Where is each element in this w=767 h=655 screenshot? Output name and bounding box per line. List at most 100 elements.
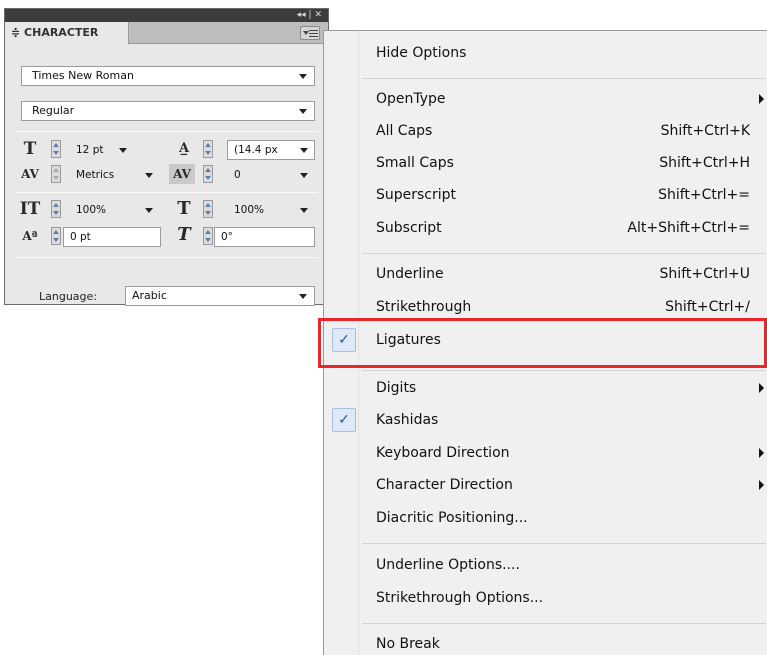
panel-menu-button[interactable] [300,26,320,40]
menu-item-label: Subscript [376,220,442,236]
panel-divider [16,192,318,193]
language-value: Arabic [132,289,167,302]
chevron-down-icon [299,109,307,114]
chevron-down-icon [299,74,307,79]
kerning-stepper[interactable] [51,165,61,183]
leading-stepper[interactable] [203,140,213,158]
horizontal-scale-stepper[interactable] [203,200,213,218]
checkmark-icon: ✓ [332,408,356,432]
vertical-scale-field[interactable]: 100% [69,200,160,220]
menu-item-keyboard-direction[interactable]: Keyboard Direction [324,437,767,469]
baseline-shift-stepper[interactable] [51,227,61,245]
menu-item-shortcut: Shift+Ctrl+U [659,266,750,282]
menu-item-label: Underline Options.... [376,557,520,573]
horizontal-scale-value: 100% [234,204,265,216]
panel-title-bar: ◂◂ | ✕ [5,9,328,22]
menu-separator [362,370,766,371]
menu-item-character-direction[interactable]: Character Direction [324,469,767,501]
menu-item-label: Keyboard Direction [376,445,510,461]
panel-menu-line-icon [309,36,318,37]
tracking-stepper[interactable] [203,165,213,183]
submenu-arrow-icon [759,480,764,490]
menu-item-all-caps[interactable]: All Caps Shift+Ctrl+K [324,115,767,147]
menu-item-label: Digits [376,380,417,396]
baseline-shift-icon: Aª [22,229,38,243]
baseline-shift-value: 0 pt [70,231,91,243]
chevron-down-icon [300,148,308,153]
font-family-value: Times New Roman [32,69,134,82]
menu-item-subscript[interactable]: Subscript Alt+Shift+Ctrl+= [324,212,767,244]
font-size-value: 12 pt [76,144,104,156]
baseline-shift-field[interactable]: 0 pt [63,227,161,247]
submenu-arrow-icon [759,383,764,393]
font-style-dropdown[interactable]: Regular [21,101,315,121]
panel-divider [16,131,318,132]
chevron-down-icon [300,208,308,213]
vertical-scale-value: 100% [76,204,107,216]
panel-menu-line-icon [309,30,318,31]
chevron-down-icon [299,294,307,299]
leading-icon: A̲ [178,141,190,156]
panel-divider [16,257,318,258]
chevron-down-icon [145,208,153,213]
tracking-value: 0 [234,169,241,181]
menu-item-label: Diacritic Positioning... [376,510,528,526]
kerning-field[interactable]: Metrics [69,165,160,185]
menu-item-kashidas[interactable]: ✓ Kashidas [324,404,767,436]
skew-field[interactable]: 0° [214,227,315,247]
leading-field[interactable]: (14.4 px [227,140,315,160]
tracking-field[interactable]: 0 [227,165,315,185]
vertical-scale-stepper[interactable] [51,200,61,218]
menu-separator [362,623,766,624]
vertical-scale-icon: IT [19,199,41,219]
menu-item-hide-options[interactable]: Hide Options [324,37,767,69]
horizontal-scale-icon: T [177,198,191,219]
menu-item-digits[interactable]: Digits [324,372,767,404]
menu-item-shortcut: Shift+Ctrl+H [659,155,750,171]
language-dropdown[interactable]: Arabic [125,286,315,306]
language-label: Language: [39,290,97,303]
font-size-field[interactable]: 12 pt [69,140,134,160]
menu-item-label: No Break [376,636,440,652]
menu-item-label: Superscript [376,187,457,203]
chevron-down-icon [119,148,127,153]
kerning-value: Metrics [76,169,115,181]
menu-item-shortcut: Shift+Ctrl+K [660,123,750,139]
menu-item-shortcut: Shift+Ctrl+= [658,187,750,203]
menu-separator [362,78,766,79]
menu-item-label: All Caps [376,123,433,139]
menu-item-label: Small Caps [376,155,454,171]
skew-icon: T [177,224,191,245]
menu-separator [362,253,766,254]
menu-item-label: Hide Options [376,45,467,61]
skew-value: 0° [221,231,233,243]
panel-menu-line-icon [309,33,318,34]
menu-item-label: Strikethrough Options... [376,590,544,606]
submenu-arrow-icon [759,94,764,104]
tab-character[interactable]: ≑ CHARACTER [5,22,129,44]
menu-item-label: Character Direction [376,477,513,493]
skew-stepper[interactable] [203,227,213,245]
panel-tab-strip: ≑ CHARACTER [5,22,328,44]
menu-item-diacritic-positioning[interactable]: Diacritic Positioning... [324,502,767,534]
menu-item-shortcut: Alt+Shift+Ctrl+= [627,220,750,236]
submenu-arrow-icon [759,448,764,458]
font-size-stepper[interactable] [51,140,61,158]
font-style-value: Regular [32,104,75,117]
panel-window-controls[interactable]: ◂◂ | ✕ [297,9,322,22]
menu-item-no-break[interactable]: No Break [324,628,767,655]
font-family-dropdown[interactable]: Times New Roman [21,66,315,86]
menu-item-label: Kashidas [376,412,439,428]
menu-item-underline-options[interactable]: Underline Options.... [324,549,767,581]
ligatures-highlight-box [318,318,767,368]
horizontal-scale-field[interactable]: 100% [227,200,315,220]
menu-item-opentype[interactable]: OpenType [324,83,767,115]
menu-item-underline[interactable]: Underline Shift+Ctrl+U [324,258,767,290]
menu-item-strikethrough-options[interactable]: Strikethrough Options... [324,582,767,614]
menu-item-small-caps[interactable]: Small Caps Shift+Ctrl+H [324,147,767,179]
menu-separator [362,543,766,544]
menu-item-label: Underline [376,266,444,282]
menu-item-superscript[interactable]: Superscript Shift+Ctrl+= [324,179,767,211]
tracking-icon: AV [169,164,195,184]
kerning-icon: AV [21,167,39,181]
